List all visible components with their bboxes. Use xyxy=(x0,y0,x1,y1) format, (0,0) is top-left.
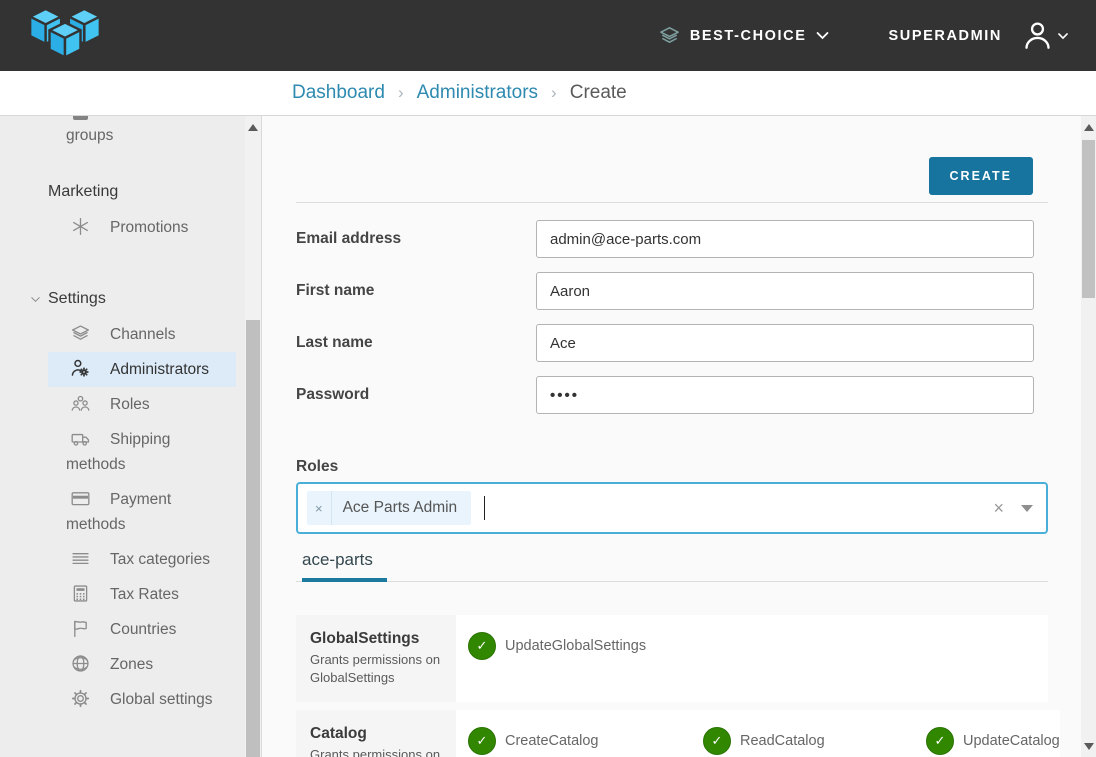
administrator-icon xyxy=(70,358,91,379)
toggle-readcatalog[interactable]: ✓ ReadCatalog xyxy=(703,727,926,755)
dropdown-arrow-icon[interactable] xyxy=(1021,505,1033,512)
user-menu[interactable] xyxy=(1022,20,1070,51)
vendure-logo-icon xyxy=(28,7,102,67)
promotions-icon xyxy=(70,216,91,237)
breadcrumb-dashboard[interactable]: Dashboard xyxy=(292,82,385,104)
toggle-on-icon: ✓ xyxy=(703,727,731,755)
form-row-first-name: First name xyxy=(296,272,1048,310)
chevron-down-icon xyxy=(1056,29,1070,43)
person-icon xyxy=(1022,20,1053,51)
sidebar-section-settings[interactable]: Settings xyxy=(28,288,240,310)
toggle-updateglobalsettings[interactable]: ✓ UpdateGlobalSettings xyxy=(468,632,703,660)
main-content: CREATE Email address First name Last nam… xyxy=(262,116,1096,757)
selected-role-label: Ace Parts Admin xyxy=(332,491,472,525)
breadcrumb-administrators[interactable]: Administrators xyxy=(417,82,538,104)
permission-group-cell: Catalog Grants permissions on Products, … xyxy=(296,710,456,757)
users-icon xyxy=(70,393,91,414)
chevron-down-icon xyxy=(814,27,831,44)
remove-role-icon[interactable]: × xyxy=(307,491,332,525)
sidebar-item-customer-groups-truncated[interactable]: groups xyxy=(0,116,246,148)
list-icon xyxy=(70,548,91,569)
sidebar-item-promotions[interactable]: Promotions xyxy=(48,210,236,245)
permission-row-catalog: Catalog Grants permissions on Products, … xyxy=(296,710,1048,757)
email-field[interactable] xyxy=(536,220,1034,258)
channel-label: BEST-CHOICE xyxy=(690,28,807,44)
form-row-last-name: Last name xyxy=(296,324,1048,362)
first-name-field[interactable] xyxy=(536,272,1034,310)
sidebar-item-shipping-methods[interactable]: Shipping methods xyxy=(48,422,236,482)
credit-card-icon xyxy=(70,488,91,509)
password-label: Password xyxy=(296,386,536,404)
breadcrumb-separator: › xyxy=(551,83,557,103)
first-name-label: First name xyxy=(296,282,536,300)
sidebar-section-marketing: Marketing xyxy=(48,181,240,203)
password-field[interactable] xyxy=(536,376,1034,414)
sidebar-item-tax-rates[interactable]: Tax Rates xyxy=(48,577,236,612)
permission-row-globalsettings: GlobalSettings Grants permissions on Glo… xyxy=(296,615,1048,702)
sidebar-item-channels[interactable]: Channels xyxy=(48,317,236,352)
sidebar-item-administrators[interactable]: Administrators xyxy=(48,352,236,387)
sidebar: groups Marketing Promotions Settings xyxy=(0,116,262,757)
form-row-email: Email address xyxy=(296,220,1048,258)
scroll-up-button[interactable] xyxy=(1081,118,1096,136)
scroll-down-button[interactable] xyxy=(1081,737,1096,755)
sidebar-item-zones[interactable]: Zones xyxy=(48,647,236,682)
channel-switcher[interactable]: BEST-CHOICE xyxy=(658,24,831,47)
sidebar-scrollbar[interactable] xyxy=(245,116,261,757)
breadcrumb: Dashboard › Administrators › Create xyxy=(0,71,1096,116)
toggle-on-icon: ✓ xyxy=(926,727,954,755)
permissions-table: GlobalSettings Grants permissions on Glo… xyxy=(296,615,1048,757)
layers-icon xyxy=(70,323,91,344)
sidebar-item-global-settings[interactable]: Global settings xyxy=(48,682,236,717)
flag-icon xyxy=(70,618,91,639)
toggle-on-icon: ✓ xyxy=(468,632,496,660)
selected-role-chip: × Ace Parts Admin xyxy=(307,491,471,525)
sidebar-item-countries[interactable]: Countries xyxy=(48,612,236,647)
breadcrumb-separator: › xyxy=(398,83,404,103)
email-label: Email address xyxy=(296,230,536,248)
channel-tabs: ace-parts xyxy=(296,550,1048,582)
user-label: SUPERADMIN xyxy=(889,28,1002,44)
globe-icon xyxy=(70,653,91,674)
chevron-down-icon xyxy=(28,292,43,307)
last-name-field[interactable] xyxy=(536,324,1034,362)
cog-icon xyxy=(70,688,91,709)
main-scrollbar[interactable] xyxy=(1081,116,1096,757)
sidebar-item-payment-methods[interactable]: Payment methods xyxy=(48,482,236,542)
form-row-password: Password xyxy=(296,376,1048,414)
last-name-label: Last name xyxy=(296,334,536,352)
channel-layers-icon xyxy=(658,24,681,47)
main-scrollbar-thumb[interactable] xyxy=(1082,140,1095,298)
breadcrumb-create: Create xyxy=(570,82,627,104)
toggle-on-icon: ✓ xyxy=(468,727,496,755)
toggle-updatecatalog[interactable]: ✓ UpdateCatalog xyxy=(926,727,1060,755)
sidebar-item-tax-categories[interactable]: Tax categories xyxy=(48,542,236,577)
text-cursor xyxy=(484,496,485,520)
permission-group-cell: GlobalSettings Grants permissions on Glo… xyxy=(296,615,456,702)
sidebar-item-roles[interactable]: Roles xyxy=(48,387,236,422)
divider xyxy=(296,202,1048,203)
app-header: BEST-CHOICE SUPERADMIN xyxy=(0,0,1096,71)
roles-select[interactable]: × Ace Parts Admin × xyxy=(296,482,1048,534)
roles-label: Roles xyxy=(296,458,1048,476)
calculator-icon xyxy=(70,583,91,604)
truck-icon xyxy=(70,428,91,449)
partial-icon xyxy=(73,116,88,120)
sidebar-scrollbar-thumb[interactable] xyxy=(246,320,260,757)
clear-icon[interactable]: × xyxy=(993,499,1004,517)
tab-ace-parts[interactable]: ace-parts xyxy=(302,550,387,582)
scroll-up-button[interactable] xyxy=(245,118,261,136)
toggle-createcatalog[interactable]: ✓ CreateCatalog xyxy=(468,727,703,755)
create-button[interactable]: CREATE xyxy=(929,157,1033,195)
